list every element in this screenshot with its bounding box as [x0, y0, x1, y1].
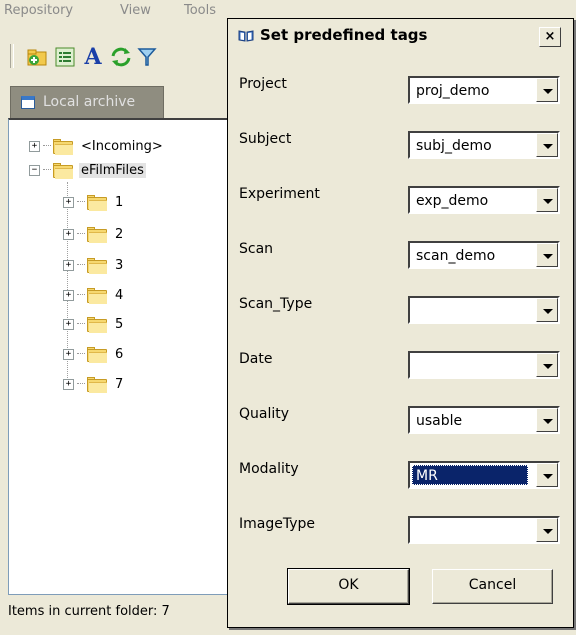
combo-value: subj_demo	[416, 138, 492, 154]
dropdown-arrow-icon[interactable]	[536, 243, 558, 267]
expand-icon[interactable]: +	[29, 140, 40, 152]
list-view-icon[interactable]	[52, 44, 78, 70]
menu-view[interactable]: View	[120, 3, 151, 18]
expand-icon[interactable]: +	[63, 228, 74, 240]
field-label: Scan_Type	[239, 296, 313, 312]
date-combo[interactable]	[408, 351, 560, 379]
tree-item-6[interactable]: + 6	[63, 344, 125, 364]
field-label: Date	[239, 351, 273, 367]
field-label: ImageType	[239, 516, 316, 532]
tree-item-efilmfiles[interactable]: − eFilmFiles	[29, 160, 146, 180]
font-icon[interactable]: A	[80, 44, 106, 70]
window-icon	[21, 96, 35, 109]
tree-item-label: 7	[115, 376, 124, 392]
expand-icon[interactable]: +	[63, 348, 74, 360]
field-row-scan-type: Scan_Type	[228, 296, 573, 336]
tree-item-label: 5	[115, 316, 124, 332]
ok-button[interactable]: OK	[287, 568, 410, 605]
field-label: Modality	[239, 461, 299, 477]
image-type-combo[interactable]	[408, 516, 560, 544]
tree-item-7[interactable]: + 7	[63, 374, 125, 394]
tree-item-2[interactable]: + 2	[63, 224, 125, 244]
tree-item-label: 6	[115, 346, 124, 362]
tree-item-4[interactable]: + 4	[63, 285, 125, 305]
folder-icon	[87, 287, 107, 304]
expand-icon[interactable]: +	[63, 318, 74, 330]
expand-icon[interactable]: +	[63, 196, 74, 208]
cancel-button[interactable]: Cancel	[432, 569, 553, 604]
field-row-image-type: ImageType	[228, 516, 573, 556]
folder-icon	[53, 138, 73, 155]
dropdown-arrow-icon[interactable]	[536, 188, 558, 212]
expand-icon[interactable]: +	[63, 289, 74, 301]
dialog-title-bar[interactable]: Set predefined tags ×	[230, 21, 571, 51]
field-label: Experiment	[239, 186, 320, 202]
collapse-icon[interactable]: −	[29, 164, 40, 176]
combo-value: exp_demo	[416, 193, 489, 209]
folder-icon	[87, 194, 107, 211]
tree-item-label: 3	[115, 257, 124, 273]
field-label: Project	[239, 76, 287, 92]
tree-item-label: <Incoming>	[81, 138, 163, 154]
dropdown-arrow-icon[interactable]	[536, 518, 558, 542]
field-row-quality: Quality usable	[228, 406, 573, 446]
book-icon	[238, 30, 254, 42]
menu-repository[interactable]: Repository	[4, 3, 73, 18]
field-row-experiment: Experiment exp_demo	[228, 186, 573, 226]
folder-icon	[87, 257, 107, 274]
field-label: Subject	[239, 131, 292, 147]
tree-item-label: eFilmFiles	[79, 162, 146, 178]
dropdown-arrow-icon[interactable]	[536, 463, 558, 487]
expand-icon[interactable]: +	[63, 378, 74, 390]
tree-item-1[interactable]: + 1	[63, 192, 125, 212]
field-row-modality: Modality MR	[228, 461, 573, 501]
experiment-combo[interactable]: exp_demo	[408, 186, 560, 214]
dropdown-arrow-icon[interactable]	[536, 408, 558, 432]
expand-icon[interactable]: +	[63, 259, 74, 271]
filter-icon[interactable]	[134, 44, 160, 70]
close-button[interactable]: ×	[539, 27, 561, 47]
field-label: Quality	[239, 406, 290, 422]
tree-item-incoming[interactable]: + <Incoming>	[29, 136, 165, 156]
refresh-icon[interactable]	[108, 44, 134, 70]
tree-item-label: 2	[115, 226, 124, 242]
field-label: Scan	[239, 241, 274, 257]
tree-item-5[interactable]: + 5	[63, 314, 125, 334]
tree-item-label: 1	[115, 194, 124, 210]
field-row-date: Date	[228, 351, 573, 391]
modality-combo[interactable]: MR	[408, 461, 560, 489]
combo-value: proj_demo	[416, 83, 490, 99]
combo-value: MR	[412, 465, 528, 485]
combo-value: usable	[416, 413, 463, 429]
subject-combo[interactable]: subj_demo	[408, 131, 560, 159]
field-row-scan: Scan scan_demo	[228, 241, 573, 281]
field-row-project: Project proj_demo	[228, 76, 573, 116]
tab-label: Local archive	[43, 94, 136, 110]
set-tags-dialog: Set predefined tags × Project proj_demo …	[227, 18, 574, 628]
tree-item-label: 4	[115, 287, 124, 303]
scan-type-combo[interactable]	[408, 296, 560, 324]
tree-item-3[interactable]: + 3	[63, 255, 125, 275]
toolbar-grip	[10, 44, 14, 68]
menu-tools[interactable]: Tools	[184, 3, 216, 18]
folder-icon	[53, 162, 73, 179]
dropdown-arrow-icon[interactable]	[536, 298, 558, 322]
tab-local-archive[interactable]: Local archive	[10, 86, 164, 119]
folder-icon	[87, 376, 107, 393]
folder-icon	[87, 346, 107, 363]
project-combo[interactable]: proj_demo	[408, 76, 560, 104]
scan-combo[interactable]: scan_demo	[408, 241, 560, 269]
tree-view[interactable]: + <Incoming> − eFilmFiles + 1 + 2 + 3 + …	[8, 118, 240, 595]
folder-icon	[87, 316, 107, 333]
status-bar-text: Items in current folder: 7	[8, 604, 170, 619]
dropdown-arrow-icon[interactable]	[536, 133, 558, 157]
combo-value: scan_demo	[416, 248, 496, 264]
field-row-subject: Subject subj_demo	[228, 131, 573, 171]
add-folder-icon[interactable]	[24, 44, 50, 70]
folder-icon	[87, 226, 107, 243]
dialog-title: Set predefined tags	[260, 26, 428, 44]
quality-combo[interactable]: usable	[408, 406, 560, 434]
dropdown-arrow-icon[interactable]	[536, 353, 558, 377]
dropdown-arrow-icon[interactable]	[536, 78, 558, 102]
